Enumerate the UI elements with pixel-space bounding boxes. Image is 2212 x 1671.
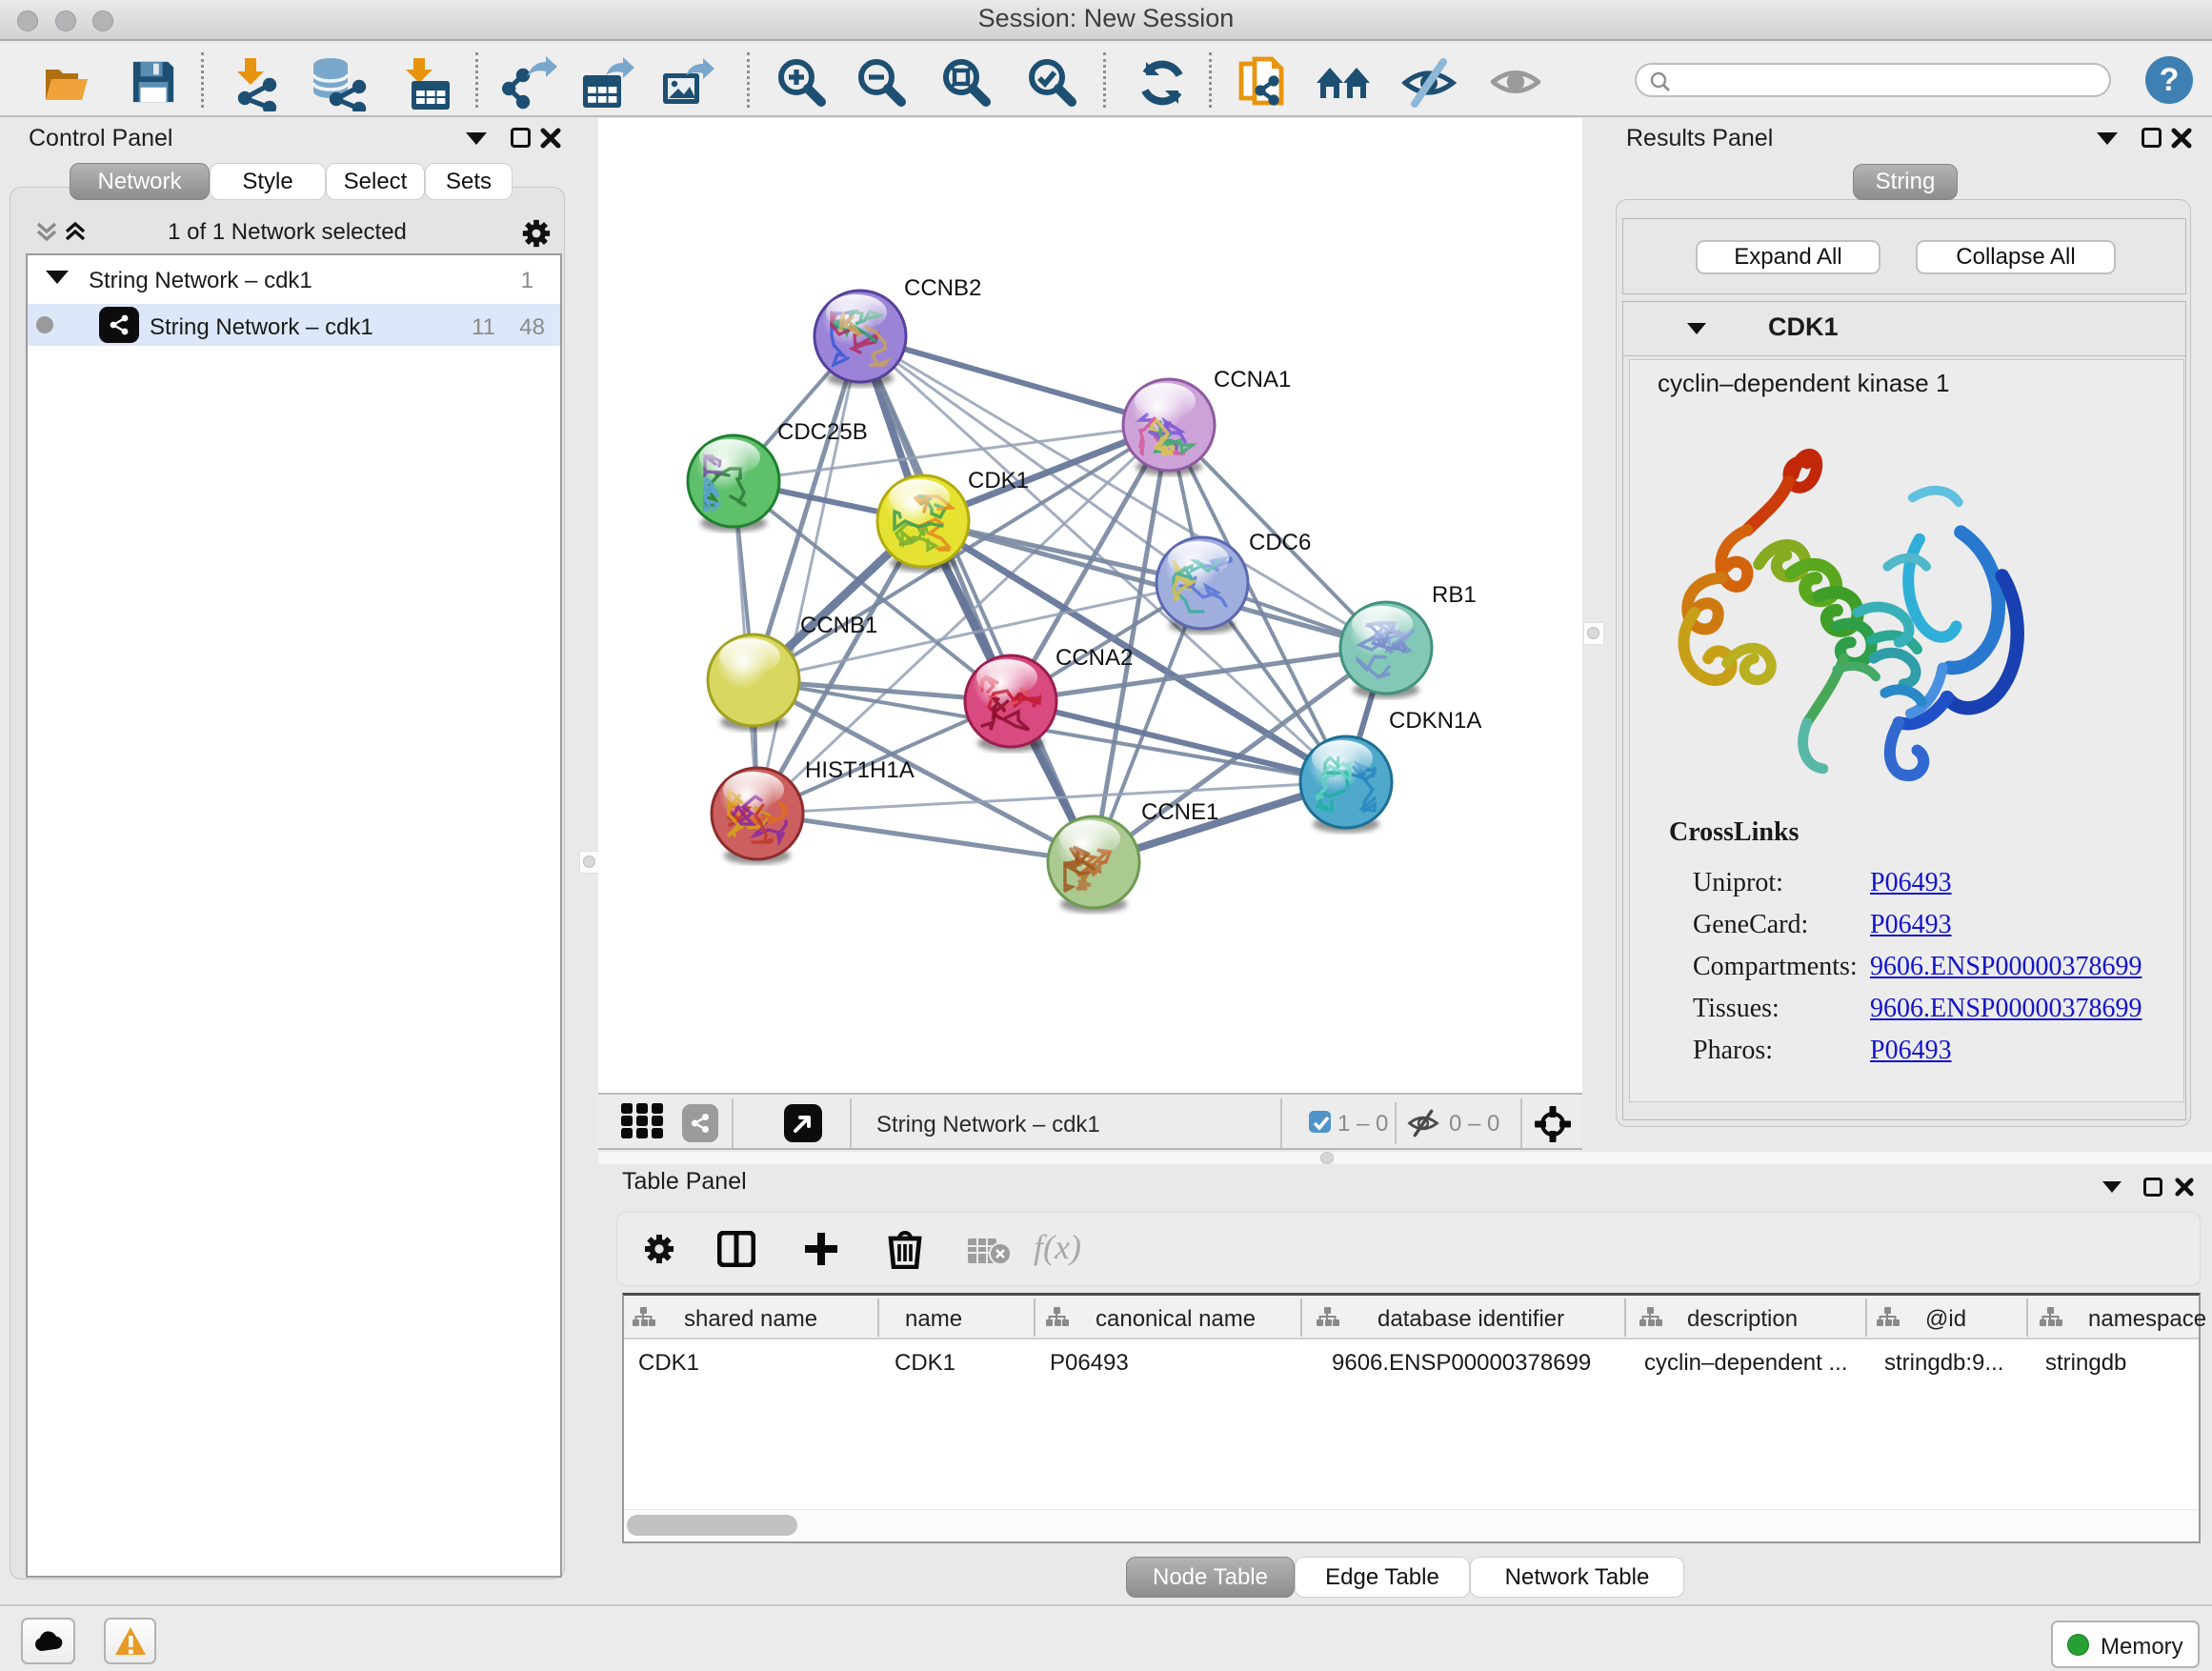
svg-text:RB1: RB1 — [1432, 582, 1477, 608]
svg-text:CDKN1A: CDKN1A — [1389, 708, 1481, 734]
svg-text:CCNE1: CCNE1 — [1141, 799, 1218, 825]
svg-text:HIST1H1A: HIST1H1A — [805, 757, 915, 783]
svg-text:CCNB1: CCNB1 — [800, 613, 877, 638]
svg-text:CCNB2: CCNB2 — [904, 275, 981, 301]
svg-text:CCNA2: CCNA2 — [1056, 645, 1133, 671]
svg-text:CDC6: CDC6 — [1249, 530, 1311, 555]
svg-text:CDC25B: CDC25B — [777, 419, 868, 445]
svg-text:CDK1: CDK1 — [968, 468, 1029, 493]
svg-text:CCNA1: CCNA1 — [1214, 367, 1291, 393]
